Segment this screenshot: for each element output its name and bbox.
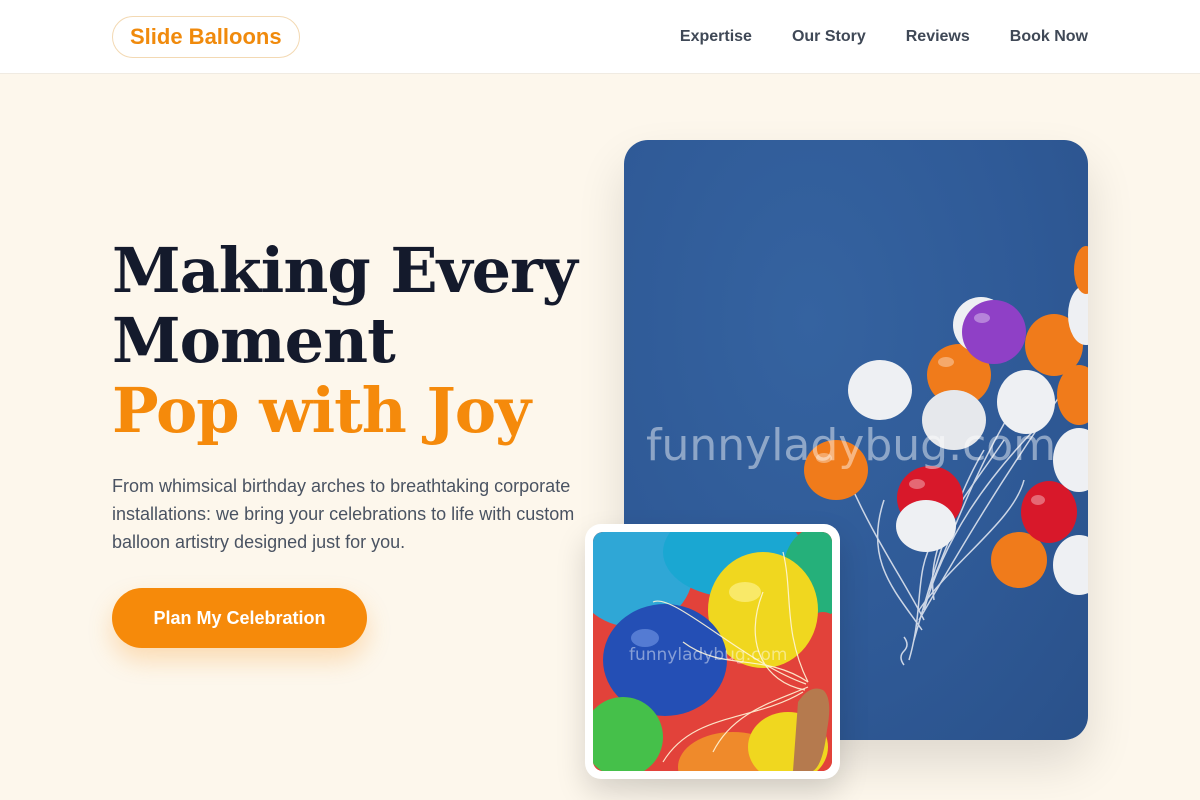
nav-link-expertise[interactable]: Expertise: [680, 28, 752, 46]
hero-description: From whimsical birthday arches to breath…: [112, 476, 575, 552]
small-image-watermark: funnyladybug.com: [629, 645, 787, 665]
nav-link-our-story[interactable]: Our Story: [792, 28, 866, 46]
hero-title-line-1: Making Every: [112, 234, 578, 307]
nav-link-reviews[interactable]: Reviews: [906, 28, 970, 46]
site-header: Slide Balloons Expertise Our Story Revie…: [0, 0, 1200, 74]
main-image-watermark: funnyladybug.com: [646, 420, 1056, 471]
hero-title-line-2: Moment: [112, 304, 396, 377]
main-nav: Expertise Our Story Reviews Book Now: [680, 0, 1088, 74]
plan-celebration-button[interactable]: Plan My Celebration: [112, 588, 367, 648]
hero-title: Making Every Moment Pop with Joy: [112, 236, 602, 446]
nav-link-book-now[interactable]: Book Now: [1010, 28, 1088, 46]
brand-logo[interactable]: Slide Balloons: [112, 16, 300, 58]
hero-secondary-image: funnyladybug.com: [585, 524, 840, 779]
hero-title-accent: Pop with Joy: [112, 374, 531, 447]
